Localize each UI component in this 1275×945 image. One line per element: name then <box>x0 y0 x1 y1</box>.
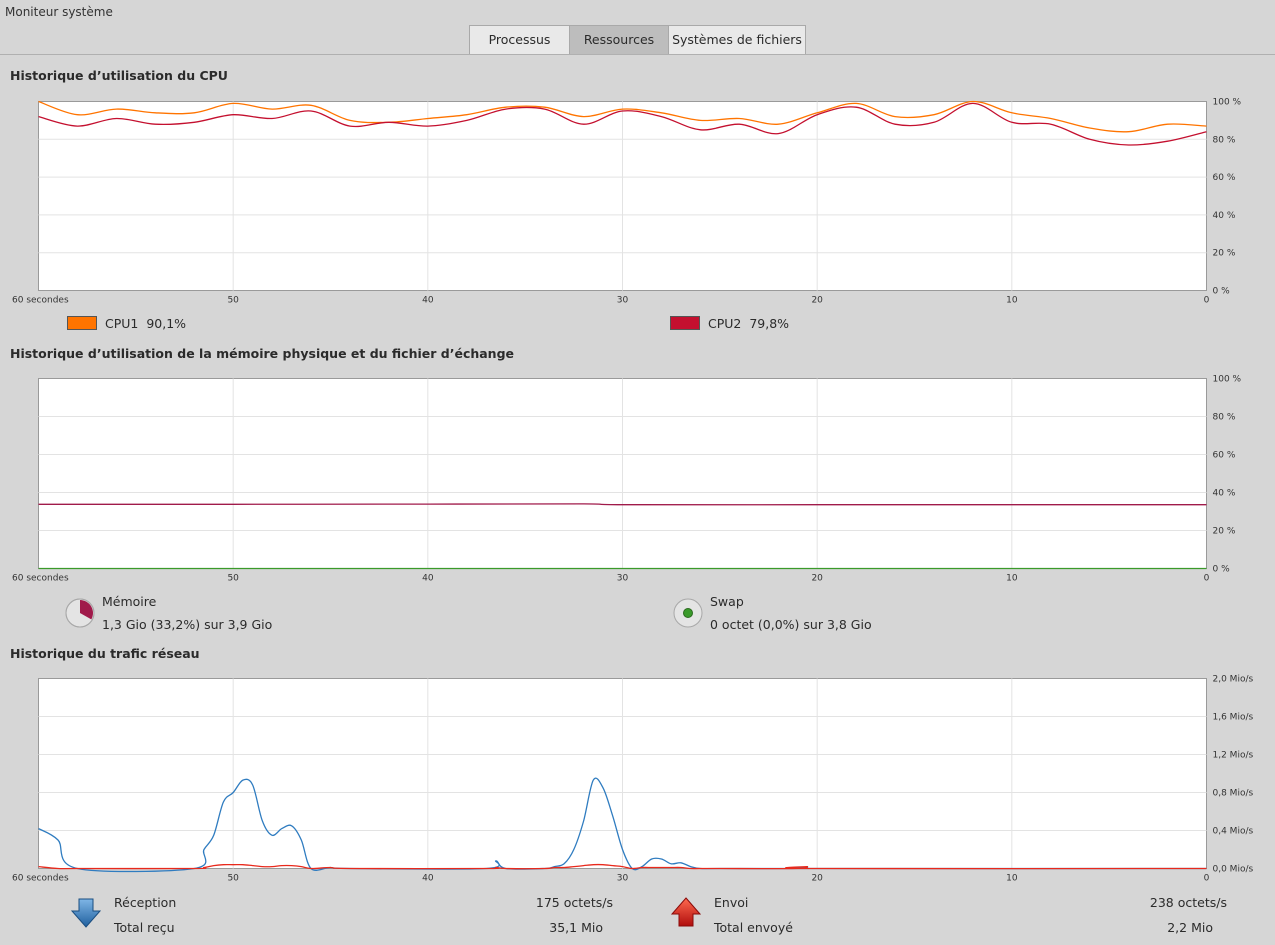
cpu2-label: CPU2 79,8% <box>708 316 789 331</box>
swap-detail: 0 octet (0,0%) sur 3,8 Gio <box>710 617 872 632</box>
memory-x-tick-label: 50 <box>227 574 239 584</box>
cpu1-color-swatch[interactable] <box>67 316 97 330</box>
memory-label: Mémoire <box>102 594 157 609</box>
cpu2-value: 79,8% <box>749 316 790 331</box>
memory-y-tick-label: 40 % <box>1213 489 1236 499</box>
memory-x-tick-label: 30 <box>617 574 629 584</box>
cpu2-name: CPU2 <box>708 316 742 331</box>
cpu-x-tick-label: 0 <box>1204 296 1210 306</box>
download-arrow-icon[interactable] <box>69 897 103 931</box>
network-x-tick-label: 10 <box>1006 874 1018 884</box>
cpu-x-tick-label: 20 <box>811 296 823 306</box>
memory-pie-icon[interactable] <box>65 598 95 628</box>
cpu1-label: CPU1 90,1% <box>105 316 186 331</box>
network-y-tick-label: 1,2 Mio/s <box>1213 751 1254 761</box>
network-y-tick-label: 0,4 Mio/s <box>1213 827 1254 837</box>
memory-x-tick-label: 60 secondes <box>12 574 69 584</box>
reception-label: Réception <box>114 895 177 910</box>
upload-arrow-icon[interactable] <box>669 895 703 929</box>
network-y-tick-label: 2,0 Mio/s <box>1213 675 1254 685</box>
swap-label: Swap <box>710 594 744 609</box>
cpu-x-tick-label: 10 <box>1006 296 1018 306</box>
cpu-x-tick-label: 50 <box>227 296 239 306</box>
network-x-tick-label: 40 <box>422 874 434 884</box>
total-received-label: Total reçu <box>114 920 175 935</box>
memory-y-tick-label: 100 % <box>1213 375 1242 385</box>
send-label: Envoi <box>714 895 749 910</box>
memory-x-tick-label: 10 <box>1006 574 1018 584</box>
cpu-y-tick-label: 0 % <box>1213 287 1231 297</box>
cpu-y-tick-label: 80 % <box>1213 135 1236 145</box>
reception-rate: 175 octets/s <box>535 895 613 910</box>
cpu-y-tick-label: 20 % <box>1213 249 1236 259</box>
network-x-tick-label: 30 <box>617 874 629 884</box>
network-x-tick-label: 20 <box>811 874 823 884</box>
cpu-y-tick-label: 100 % <box>1213 98 1242 108</box>
cpu-x-tick-label: 40 <box>422 296 434 306</box>
network-y-tick-label: 0,8 Mio/s <box>1213 789 1254 799</box>
network-x-tick-label: 60 secondes <box>12 874 69 884</box>
network-history-graph: 2,0 Mio/s 1,6 Mio/s 1,2 Mio/s 0,8 Mio/s 0,4 … <box>12 675 1253 884</box>
network-y-tick-label: 1,6 Mio/s <box>1213 713 1254 723</box>
memory-y-tick-label: 0 % <box>1213 565 1231 575</box>
total-received-value: 35,1 Mio <box>549 920 603 935</box>
cpu-x-tick-label: 60 secondes <box>12 296 69 306</box>
total-sent-label: Total envoyé <box>714 920 793 935</box>
memory-x-tick-label: 20 <box>811 574 823 584</box>
memory-y-tick-label: 20 % <box>1213 527 1236 537</box>
resource-graphs: 100 %80 %60 %40 %20 %0 %60 secondes 50 40 3… <box>12 98 1253 884</box>
cpu-y-tick-label: 40 % <box>1213 211 1236 221</box>
cpu-history-graph: 100 % 80 % 60 % 40 % 20 % 0 % 60 secondes 50 40 3… <box>12 98 1242 306</box>
memory-x-tick-label: 0 <box>1204 574 1210 584</box>
cpu1-name: CPU1 <box>105 316 139 331</box>
cpu-y-tick-label: 60 % <box>1213 173 1236 183</box>
memory-detail: 1,3 Gio (33,2%) sur 3,9 Gio <box>102 617 273 632</box>
send-rate: 238 octets/s <box>1149 895 1227 910</box>
cpu2-color-swatch[interactable] <box>670 316 700 330</box>
swap-pie-icon[interactable] <box>673 598 703 628</box>
network-y-tick-label: 0,0 Mio/s <box>1213 865 1254 875</box>
total-sent-value: 2,2 Mio <box>1167 920 1213 935</box>
memory-x-tick-label: 40 <box>422 574 434 584</box>
network-x-tick-label: 50 <box>227 874 239 884</box>
memory-section-title: Historique d’utilisation de la mémoire p… <box>10 346 515 361</box>
memory-history-graph: 100 % 80 % 60 % 40 % 20 % 0 % 60 secondes 50 40 3… <box>12 375 1242 584</box>
cpu1-value: 90,1% <box>146 316 187 331</box>
network-x-tick-label: 0 <box>1204 874 1210 884</box>
memory-y-tick-label: 80 % <box>1213 413 1236 423</box>
memory-y-tick-label: 60 % <box>1213 451 1236 461</box>
network-section-title: Historique du trafic réseau <box>10 646 200 661</box>
cpu-x-tick-label: 30 <box>617 296 629 306</box>
